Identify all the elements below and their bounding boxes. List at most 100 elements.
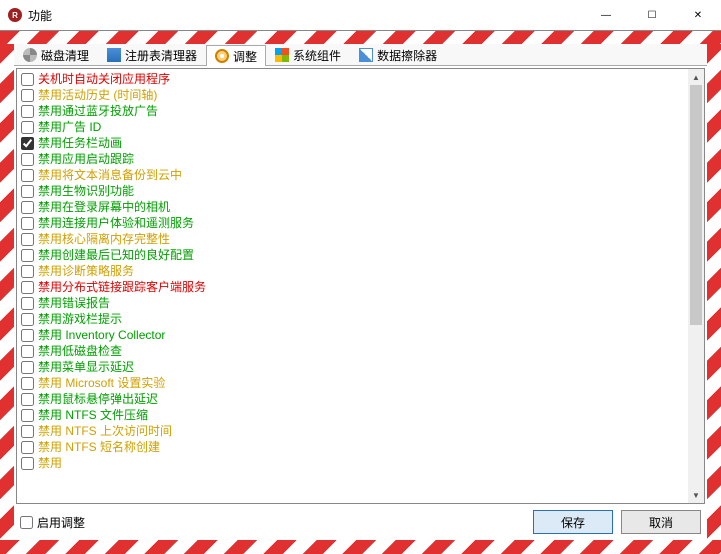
item-label: 禁用 NTFS 文件压缩 [38,407,148,423]
item-checkbox[interactable] [21,409,34,422]
cancel-button[interactable]: 取消 [621,510,701,534]
hazard-stripe-left [0,44,14,540]
scroll-thumb[interactable] [690,85,702,325]
tab-wipe[interactable]: 数据擦除器 [350,44,446,65]
minimize-button[interactable]: — [583,0,629,30]
item-checkbox[interactable] [21,425,34,438]
item-checkbox[interactable] [21,345,34,358]
titlebar: R 功能 — ☐ ✕ [0,0,721,30]
item-label: 禁用分布式链接跟踪客户端服务 [38,279,206,295]
enable-tweaks-label: 启用调整 [37,514,85,531]
item-label: 禁用应用启动跟踪 [38,151,134,167]
list-item[interactable]: 禁用活动历史 (时间轴) [19,87,686,103]
item-checkbox[interactable] [21,73,34,86]
tab-label: 系统组件 [293,47,341,64]
list-item[interactable]: 禁用应用启动跟踪 [19,151,686,167]
list-item[interactable]: 禁用将文本消息备份到云中 [19,167,686,183]
item-checkbox[interactable] [21,457,34,470]
item-label: 禁用诊断策略服务 [38,263,134,279]
list-item[interactable]: 禁用生物识别功能 [19,183,686,199]
enable-tweaks-toggle[interactable]: 启用调整 [20,514,85,531]
list-item[interactable]: 禁用广告 ID [19,119,686,135]
window-title: 功能 [28,7,52,24]
content-area: 磁盘清理 注册表清理器 调整 系统组件 数据擦除器 关机时自动关闭应用程序禁用活动历史 … [14,44,707,540]
maximize-button[interactable]: ☐ [629,0,675,30]
list-item[interactable]: 禁用核心隔离内存完整性 [19,231,686,247]
list-item[interactable]: 禁用通过蓝牙投放广告 [19,103,686,119]
item-label: 禁用任务栏动画 [38,135,122,151]
item-checkbox[interactable] [21,217,34,230]
item-checkbox[interactable] [21,329,34,342]
item-label: 禁用 NTFS 上次访问时间 [38,423,172,439]
item-label: 禁用 Microsoft 设置实验 [38,375,165,391]
item-label: 禁用错误报告 [38,295,110,311]
item-label: 禁用在登录屏幕中的相机 [38,199,170,215]
list-item[interactable]: 禁用 Inventory Collector [19,327,686,343]
item-checkbox[interactable] [21,105,34,118]
item-checkbox[interactable] [21,185,34,198]
item-checkbox[interactable] [21,377,34,390]
item-checkbox[interactable] [21,313,34,326]
item-label: 禁用鼠标悬停弹出延迟 [38,391,158,407]
item-checkbox[interactable] [21,89,34,102]
item-checkbox[interactable] [21,169,34,182]
save-button-label: 保存 [561,514,585,531]
tab-reg[interactable]: 注册表清理器 [98,44,206,65]
item-checkbox[interactable] [21,233,34,246]
item-label: 禁用连接用户体验和遥测服务 [38,215,194,231]
item-label: 禁用低磁盘检查 [38,343,122,359]
enable-tweaks-checkbox[interactable] [20,516,33,529]
item-label: 禁用 Inventory Collector [38,327,165,343]
scroll-up-button[interactable]: ▲ [688,69,704,85]
item-label: 禁用通过蓝牙投放广告 [38,103,158,119]
tab-tweak[interactable]: 调整 [206,45,266,66]
save-button[interactable]: 保存 [533,510,613,534]
list-item[interactable]: 禁用 NTFS 短名称创建 [19,439,686,455]
list-item[interactable]: 禁用创建最后已知的良好配置 [19,247,686,263]
list-item[interactable]: 禁用诊断策略服务 [19,263,686,279]
item-checkbox[interactable] [21,441,34,454]
list-item[interactable]: 禁用 [19,455,686,471]
list-item[interactable]: 禁用低磁盘检查 [19,343,686,359]
tab-sys[interactable]: 系统组件 [266,44,350,65]
item-checkbox[interactable] [21,265,34,278]
list-item[interactable]: 禁用错误报告 [19,295,686,311]
tab-label: 磁盘清理 [41,47,89,64]
close-button[interactable]: ✕ [675,0,721,30]
item-checkbox[interactable] [21,137,34,150]
item-checkbox[interactable] [21,153,34,166]
tab-label: 数据擦除器 [377,47,437,64]
close-icon: ✕ [694,10,702,21]
list-item[interactable]: 关机时自动关闭应用程序 [19,71,686,87]
item-checkbox[interactable] [21,281,34,294]
item-checkbox[interactable] [21,121,34,134]
list-item[interactable]: 禁用 Microsoft 设置实验 [19,375,686,391]
vertical-scrollbar[interactable]: ▲ ▼ [688,69,704,503]
tab-label: 注册表清理器 [125,47,197,64]
item-checkbox[interactable] [21,361,34,374]
list-item[interactable]: 禁用分布式链接跟踪客户端服务 [19,279,686,295]
item-checkbox[interactable] [21,393,34,406]
list-item[interactable]: 禁用游戏栏提示 [19,311,686,327]
tab-label: 调整 [233,48,257,65]
item-label: 禁用广告 ID [38,119,101,135]
list-item[interactable]: 禁用鼠标悬停弹出延迟 [19,391,686,407]
list-item[interactable]: 禁用 NTFS 文件压缩 [19,407,686,423]
tab-disk[interactable]: 磁盘清理 [14,44,98,65]
tab-bar: 磁盘清理 注册表清理器 调整 系统组件 数据擦除器 [14,44,707,66]
hazard-stripe-right [707,44,721,540]
window-buttons: — ☐ ✕ [583,0,721,30]
list-item[interactable]: 禁用任务栏动画 [19,135,686,151]
item-checkbox[interactable] [21,201,34,214]
sys-icon [275,48,289,62]
reg-icon [107,48,121,62]
item-checkbox[interactable] [21,249,34,262]
list-item[interactable]: 禁用 NTFS 上次访问时间 [19,423,686,439]
list-item[interactable]: 禁用连接用户体验和遥测服务 [19,215,686,231]
minimize-icon: — [601,10,611,21]
scroll-down-button[interactable]: ▼ [688,487,704,503]
list-item[interactable]: 禁用在登录屏幕中的相机 [19,199,686,215]
item-checkbox[interactable] [21,297,34,310]
list-item[interactable]: 禁用菜单显示延迟 [19,359,686,375]
bottom-bar: 启用调整 保存 取消 [14,504,707,540]
